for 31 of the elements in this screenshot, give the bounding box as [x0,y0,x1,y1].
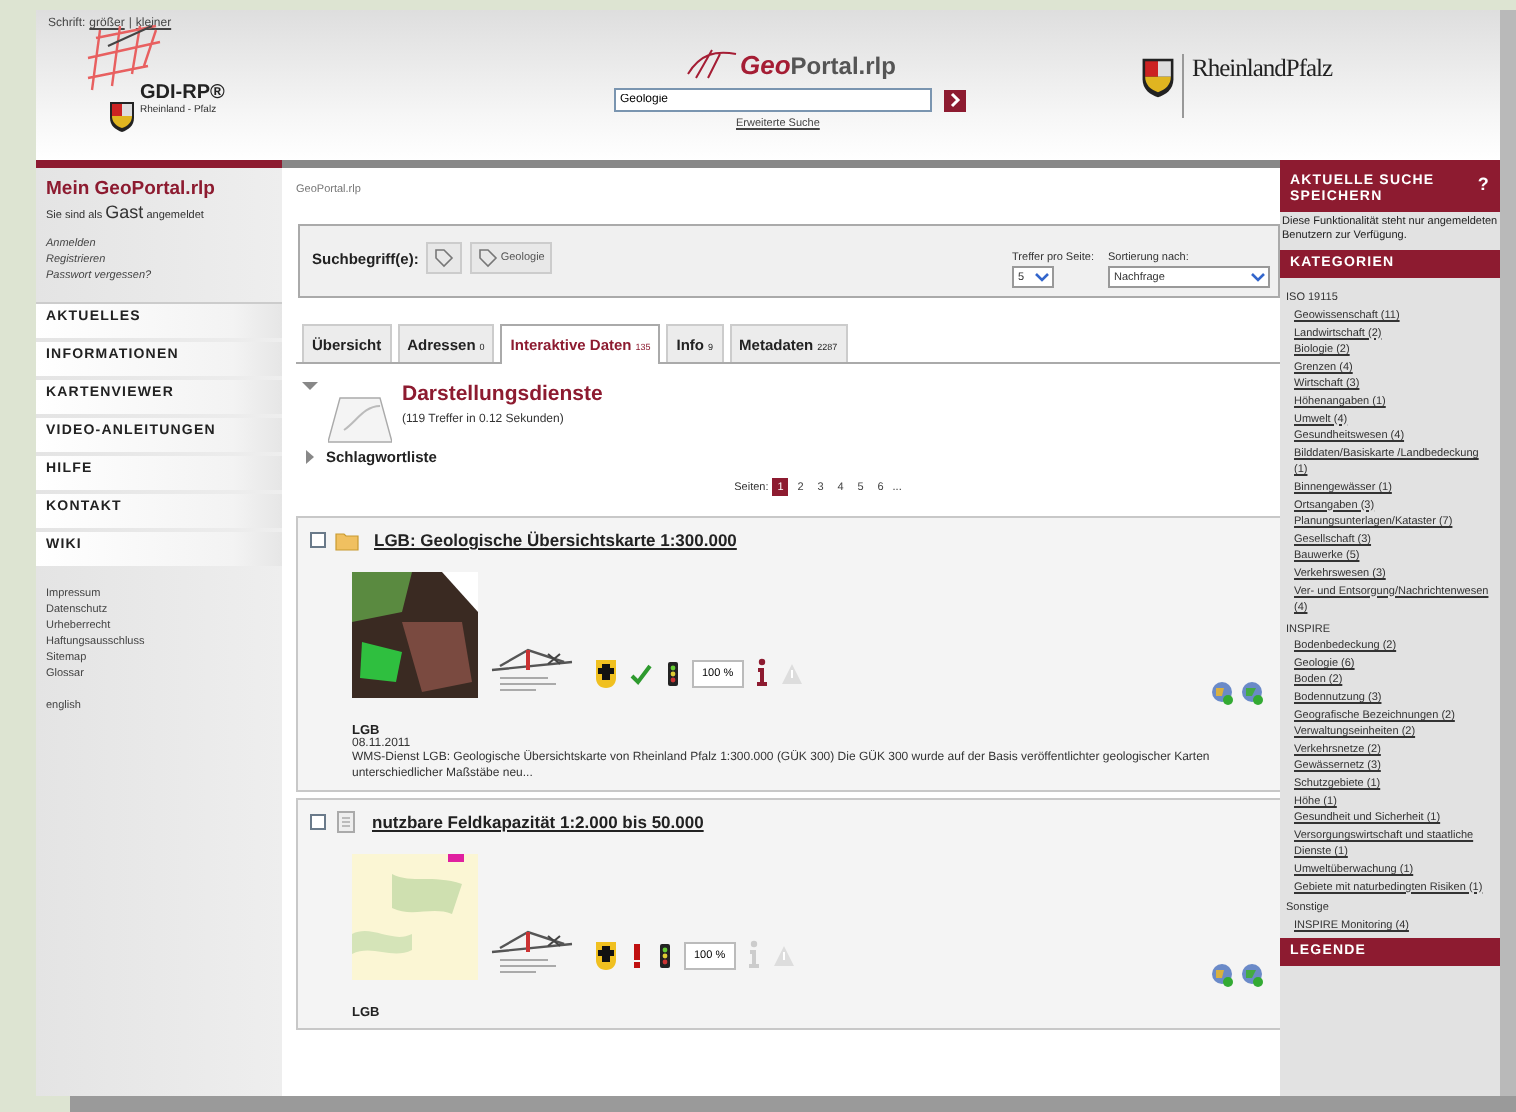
coat-of-arms-icon [108,100,136,132]
caret-icon [1034,270,1051,284]
globe-add-icon [1240,680,1264,706]
warning-icon [779,660,804,686]
portal-logo: GeoPortal.rlp [740,49,896,79]
panel-title: Mein GeoPortal.rlp [44,176,217,200]
globe-add-icon [1240,962,1264,989]
eagle-icon [594,940,618,971]
globe-add-icon [1210,680,1234,706]
help-link[interactable]: ? [1477,174,1490,207]
eagle-icon [594,658,618,688]
caret-icon [1250,270,1266,284]
checkbox[interactable] [310,814,326,831]
tag-icon [434,248,455,268]
traffic-light-icon [664,659,682,687]
search-button[interactable] [944,89,966,111]
logo-title: GDI-RP® [140,82,225,104]
result-title-link[interactable]: nutzbare Feldkapazität 1:2.000 bis 50.000 [372,812,704,833]
result-title-link[interactable]: LGB: Geologische Übersichtskarte 1:300.000 [374,530,737,550]
map-thumbnail [352,572,478,698]
map-thumbnail [352,854,478,981]
warning-icon [771,942,796,969]
globe-add-icon [1210,962,1234,989]
state-logo: RheinlandPfalz [1182,54,1333,118]
tag-icon [478,248,499,268]
swoosh-icon [684,46,740,82]
section-title: Darstellungsdienste [402,382,603,406]
checkbox[interactable] [310,532,326,548]
tag-button[interactable] [426,242,463,274]
coat-of-arms-icon [1140,54,1176,102]
traffic-light-icon [656,941,674,970]
